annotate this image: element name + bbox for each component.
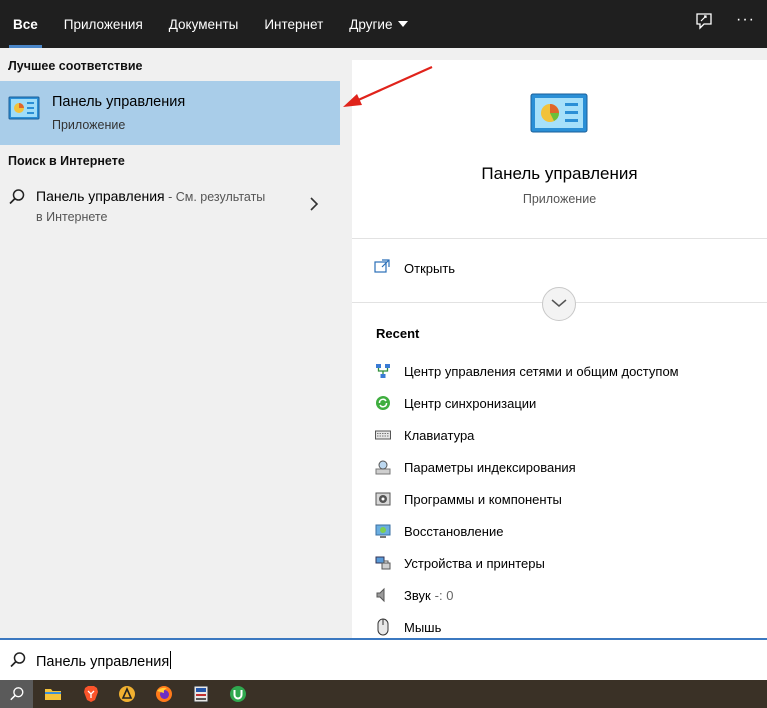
aimp-icon[interactable]	[118, 685, 136, 703]
recent-item-label: Восстановление	[404, 523, 504, 539]
recent-item-sublabel: -: 0	[434, 587, 454, 603]
recent-item-label: Программы и компоненты	[404, 491, 562, 507]
recent-item-label: Звук	[404, 587, 431, 603]
best-match-kind: Приложение	[52, 118, 126, 132]
tab-web[interactable]: Интернет	[251, 0, 336, 48]
top-bar: Все Приложения Документы Интернет Другие…	[0, 0, 767, 48]
tab-documents-label: Документы	[168, 16, 239, 32]
expand-button[interactable]	[542, 287, 576, 321]
tab-web-label: Интернет	[264, 16, 324, 32]
recovery-icon	[374, 522, 392, 540]
web-search-heading: Поиск в Интернете	[8, 154, 125, 168]
recent-item-network[interactable]: Центр управления сетями и общим доступом	[374, 355, 764, 387]
app-icon[interactable]	[192, 685, 210, 703]
recent-item-recovery[interactable]: Восстановление	[374, 515, 764, 547]
recent-item-label: Мышь	[404, 619, 442, 635]
recent-item-label: Центр управления сетями и общим доступом	[404, 363, 679, 379]
chevron-right-icon[interactable]	[308, 196, 320, 217]
divider	[352, 238, 767, 239]
devices-printers-icon	[374, 554, 392, 572]
brave-icon[interactable]	[82, 685, 100, 703]
web-search-result[interactable]: Панель управления - См. результаты в Инт…	[0, 180, 340, 228]
utorrent-icon[interactable]	[229, 685, 247, 703]
open-label: Открыть	[404, 260, 456, 276]
search-input-value: Панель управления	[36, 654, 170, 670]
results-panel: Лучшее соответствие Панель управления Пр…	[0, 48, 340, 638]
sound-icon	[374, 586, 392, 604]
recent-item-label: Клавиатура	[404, 427, 475, 443]
tab-apps-label: Приложения	[63, 16, 143, 32]
chevron-down-icon	[551, 295, 567, 313]
detail-title: Панель управления	[481, 164, 638, 183]
search-box[interactable]: Панель управления	[0, 638, 767, 680]
keyboard-icon	[374, 426, 392, 444]
firefox-icon[interactable]	[155, 685, 173, 703]
web-result-subtitle: в Интернете	[36, 210, 108, 224]
recent-list: Центр управления сетями и общим доступом…	[374, 355, 764, 643]
recent-item-devices[interactable]: Устройства и принтеры	[374, 547, 764, 579]
chevron-down-icon	[398, 21, 409, 27]
open-icon	[374, 258, 390, 278]
recent-item-indexing[interactable]: Параметры индексирования	[374, 451, 764, 483]
recent-item-programs[interactable]: Программы и компоненты	[374, 483, 764, 515]
tab-all-label: Все	[13, 16, 38, 32]
file-explorer-icon[interactable]	[44, 685, 62, 703]
mouse-icon	[374, 618, 392, 636]
best-match-name: Панель управления	[52, 94, 186, 110]
web-result-query: Панель управления	[36, 188, 165, 204]
recent-item-sync[interactable]: Центр синхронизации	[374, 387, 764, 419]
detail-panel: Панель управления Приложение Открыть Rec…	[352, 60, 767, 638]
sync-center-icon	[374, 394, 392, 412]
control-panel-icon	[8, 96, 40, 127]
taskbar	[0, 680, 767, 708]
best-match-heading: Лучшее соответствие	[8, 59, 143, 73]
tab-documents[interactable]: Документы	[156, 0, 252, 48]
text-cursor	[170, 651, 172, 669]
recent-item-keyboard[interactable]: Клавиатура	[374, 419, 764, 451]
control-panel-large-icon	[530, 93, 588, 142]
recent-item-sound[interactable]: Звук -: 0	[374, 579, 764, 611]
taskbar-search-icon[interactable]	[0, 680, 33, 708]
programs-icon	[374, 490, 392, 508]
tab-all[interactable]: Все	[0, 0, 51, 48]
recent-item-label: Центр синхронизации	[404, 395, 537, 411]
web-result-title: Панель управления - См. результаты	[36, 188, 265, 204]
tab-more[interactable]: Другие	[336, 0, 421, 48]
filter-tabs: Все Приложения Документы Интернет Другие	[0, 0, 421, 48]
tab-more-label: Другие	[349, 16, 393, 32]
search-icon	[9, 651, 27, 674]
feedback-icon[interactable]	[694, 12, 718, 36]
recent-item-label: Устройства и принтеры	[404, 555, 545, 571]
search-input[interactable]: Панель управления	[36, 651, 172, 670]
open-action[interactable]: Открыть	[374, 258, 455, 278]
web-result-suffix: - См. результаты	[164, 190, 266, 204]
recent-heading: Recent	[376, 326, 420, 341]
network-center-icon	[374, 362, 392, 380]
indexing-icon	[374, 458, 392, 476]
search-icon	[8, 188, 26, 211]
detail-subtitle: Приложение	[522, 192, 597, 206]
best-match-item[interactable]: Панель управления Приложение	[0, 81, 340, 145]
tab-apps[interactable]: Приложения	[51, 0, 156, 48]
recent-item-label: Параметры индексирования	[404, 459, 576, 475]
more-options-icon[interactable]: ···	[736, 11, 760, 35]
